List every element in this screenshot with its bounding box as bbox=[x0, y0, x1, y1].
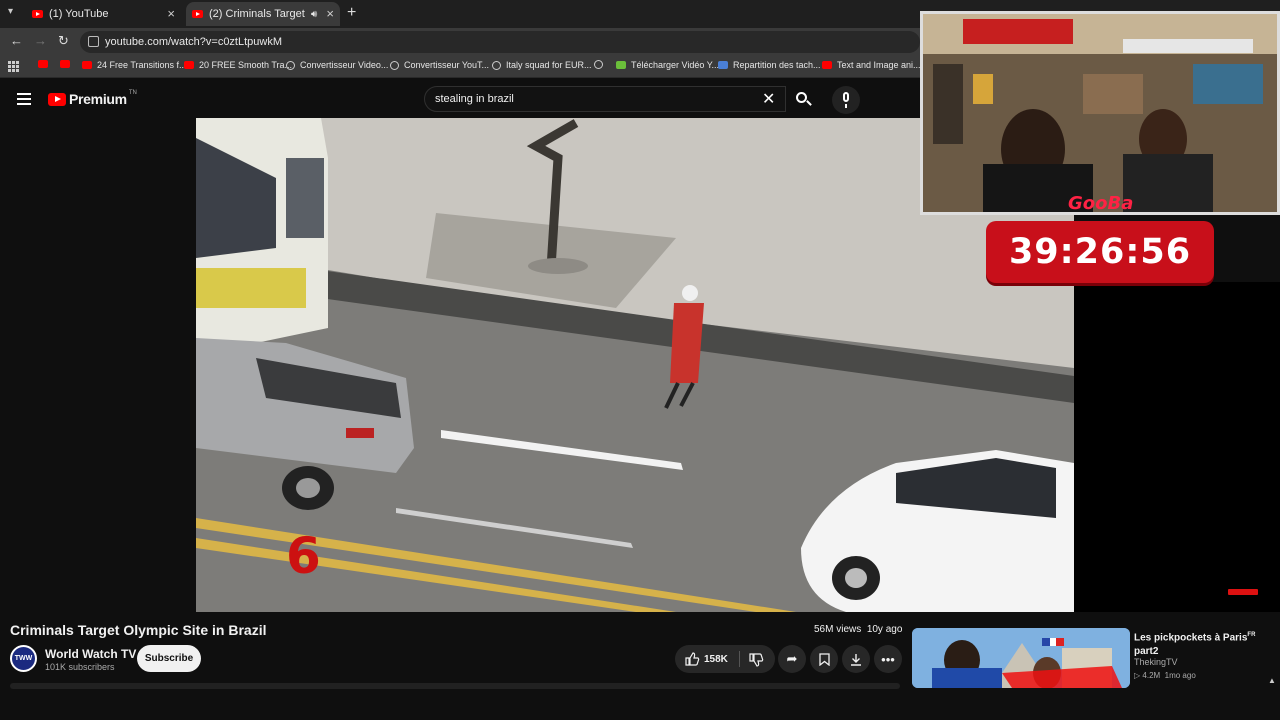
doc-icon bbox=[718, 61, 728, 69]
youtube-icon bbox=[822, 61, 832, 69]
bookmark-label: Télécharger Vidéo Y... bbox=[631, 60, 720, 70]
more-actions-button[interactable]: ••• bbox=[874, 645, 902, 673]
play-icon: ▷ bbox=[1134, 671, 1141, 680]
download-icon bbox=[851, 653, 861, 666]
bookmark-label: Text and Image ani... bbox=[837, 60, 921, 70]
bookmark-label: Repartition des tach... bbox=[733, 60, 821, 70]
youtube-play-icon bbox=[48, 92, 66, 106]
bookmark-item[interactable]: Italy squad for EUR... bbox=[492, 60, 592, 70]
bookmark-item[interactable] bbox=[594, 60, 608, 69]
comments-placeholder-bar bbox=[10, 683, 900, 689]
youtube-icon bbox=[184, 61, 194, 69]
channel-name[interactable]: World Watch TV bbox=[45, 647, 136, 661]
bookmark-item[interactable]: Convertisseur YouT... bbox=[390, 60, 489, 70]
clear-search-icon[interactable]: ✕ bbox=[762, 89, 775, 109]
country-code: TN bbox=[128, 90, 137, 96]
logo-text: Premium bbox=[69, 91, 127, 107]
speaker-icon[interactable]: 🔊︎ bbox=[311, 9, 317, 20]
recommendation-thumbnail[interactable] bbox=[912, 628, 1130, 688]
globe-icon bbox=[286, 60, 295, 70]
stream-side-panel bbox=[1074, 282, 1280, 612]
browser-tab-active[interactable]: (2) Criminals Target Olympic 🔊︎ × bbox=[186, 2, 340, 26]
forward-icon[interactable]: → bbox=[34, 33, 47, 48]
recommendation-title[interactable]: Les pickpockets à ParisFR part2 bbox=[1134, 628, 1264, 659]
timer-text: 39:26:56 bbox=[1008, 232, 1192, 272]
bookmark-item[interactable] bbox=[60, 60, 75, 68]
apps-grid-icon[interactable] bbox=[8, 61, 19, 72]
webcam-sign: GooBa bbox=[1068, 193, 1133, 212]
menu-icon[interactable] bbox=[17, 93, 31, 105]
subscribe-watermark[interactable] bbox=[1228, 589, 1258, 595]
bookmark-label: Convertisseur YouT... bbox=[404, 60, 490, 70]
video-title: Criminals Target Olympic Site in Brazil bbox=[10, 622, 267, 638]
youtube-icon bbox=[32, 10, 43, 18]
download-icon bbox=[616, 61, 626, 69]
view-count: 56M views bbox=[814, 624, 862, 635]
bookmark-item[interactable]: 24 Free Transitions f... bbox=[82, 60, 187, 70]
bookmark-label: Convertisseur Video... bbox=[300, 60, 389, 70]
address-bar[interactable]: youtube.com/watch?v=c0ztLtpuwkM bbox=[80, 31, 920, 53]
countdown-timer: 39:26:56 bbox=[986, 221, 1214, 283]
tab-title: (1) YouTube bbox=[49, 8, 109, 20]
subscriber-count: 101K subscribers bbox=[45, 662, 115, 672]
close-tab-icon[interactable]: × bbox=[167, 6, 175, 21]
like-count: 158K bbox=[704, 654, 728, 665]
globe-icon bbox=[390, 60, 399, 70]
video-meta: 56M views 10y ago bbox=[814, 624, 902, 635]
back-icon[interactable]: ← bbox=[10, 33, 23, 48]
search-button[interactable] bbox=[786, 86, 820, 112]
bookmark-item[interactable]: Text and Image ani... bbox=[822, 60, 921, 70]
bookmark-item[interactable]: Télécharger Vidéo Y... bbox=[616, 60, 719, 70]
youtube-icon bbox=[82, 61, 92, 69]
chevron-up-icon[interactable]: ▲ bbox=[1268, 676, 1276, 685]
close-tab-icon[interactable]: × bbox=[326, 6, 334, 21]
bookmark-label: 20 FREE Smooth Tra... bbox=[199, 60, 293, 70]
recommendation-stats: ▷ 4.2M 1mo ago bbox=[1134, 671, 1196, 680]
youtube-icon bbox=[38, 60, 48, 68]
reload-icon[interactable]: ↻ bbox=[58, 33, 69, 49]
dislike-icon[interactable] bbox=[749, 653, 764, 667]
bookmark-item[interactable]: 20 FREE Smooth Tra... bbox=[184, 60, 292, 70]
search-query: stealing in brazil bbox=[435, 93, 514, 105]
youtube-logo[interactable]: Premium TN bbox=[48, 90, 137, 107]
subscribe-button[interactable]: Subscribe bbox=[137, 645, 201, 672]
youtube-icon bbox=[60, 60, 70, 68]
bookmark-item[interactable]: Repartition des tach... bbox=[718, 60, 821, 70]
recommendation-title-text: Les pickpockets à Paris bbox=[1134, 632, 1248, 644]
site-info-icon[interactable] bbox=[88, 36, 99, 47]
tab-title: (2) Criminals Target Olympic bbox=[209, 8, 307, 20]
channel-avatar[interactable]: TWW bbox=[10, 645, 37, 672]
globe-icon bbox=[594, 60, 603, 69]
tab-search-icon[interactable]: ▾ bbox=[8, 6, 13, 17]
mic-icon bbox=[843, 92, 849, 102]
more-icon: ••• bbox=[881, 651, 895, 667]
voice-search-button[interactable] bbox=[832, 86, 860, 114]
bookmark-label: 24 Free Transitions f... bbox=[97, 60, 187, 70]
url-text: youtube.com/watch?v=c0ztLtpuwkM bbox=[105, 36, 283, 48]
bookmark-item[interactable] bbox=[38, 60, 53, 68]
recommendation-age: 1mo ago bbox=[1164, 671, 1196, 680]
recommendation-views: 4.2M bbox=[1142, 671, 1161, 680]
search-input[interactable]: stealing in brazil bbox=[424, 86, 786, 112]
like-icon[interactable] bbox=[685, 652, 700, 666]
globe-icon bbox=[492, 60, 501, 70]
recommendation-title-line2: part2 bbox=[1134, 646, 1159, 658]
bookmark-item[interactable]: Convertisseur Video... bbox=[286, 60, 388, 70]
share-icon: ➦ bbox=[786, 651, 798, 666]
like-dislike-group: 158K bbox=[675, 645, 775, 673]
new-tab-button[interactable]: + bbox=[347, 4, 356, 22]
recommendation-title-sup: FR bbox=[1247, 632, 1256, 638]
upload-age: 10y ago bbox=[866, 624, 903, 635]
recommendation-channel[interactable]: ThekingTV bbox=[1134, 657, 1178, 667]
browser-tab[interactable]: (1) YouTube × bbox=[26, 2, 181, 26]
youtube-icon bbox=[192, 10, 203, 18]
save-button[interactable] bbox=[810, 645, 838, 673]
webcam-overlay: GooBa bbox=[920, 11, 1280, 215]
thumbnail-image bbox=[912, 628, 1130, 688]
share-button[interactable]: ➦ bbox=[778, 645, 806, 673]
bookmark-label: Italy squad for EUR... bbox=[506, 60, 592, 70]
download-button[interactable] bbox=[842, 645, 870, 673]
video-number: 6 bbox=[286, 527, 321, 585]
bookmark-icon bbox=[818, 652, 830, 666]
